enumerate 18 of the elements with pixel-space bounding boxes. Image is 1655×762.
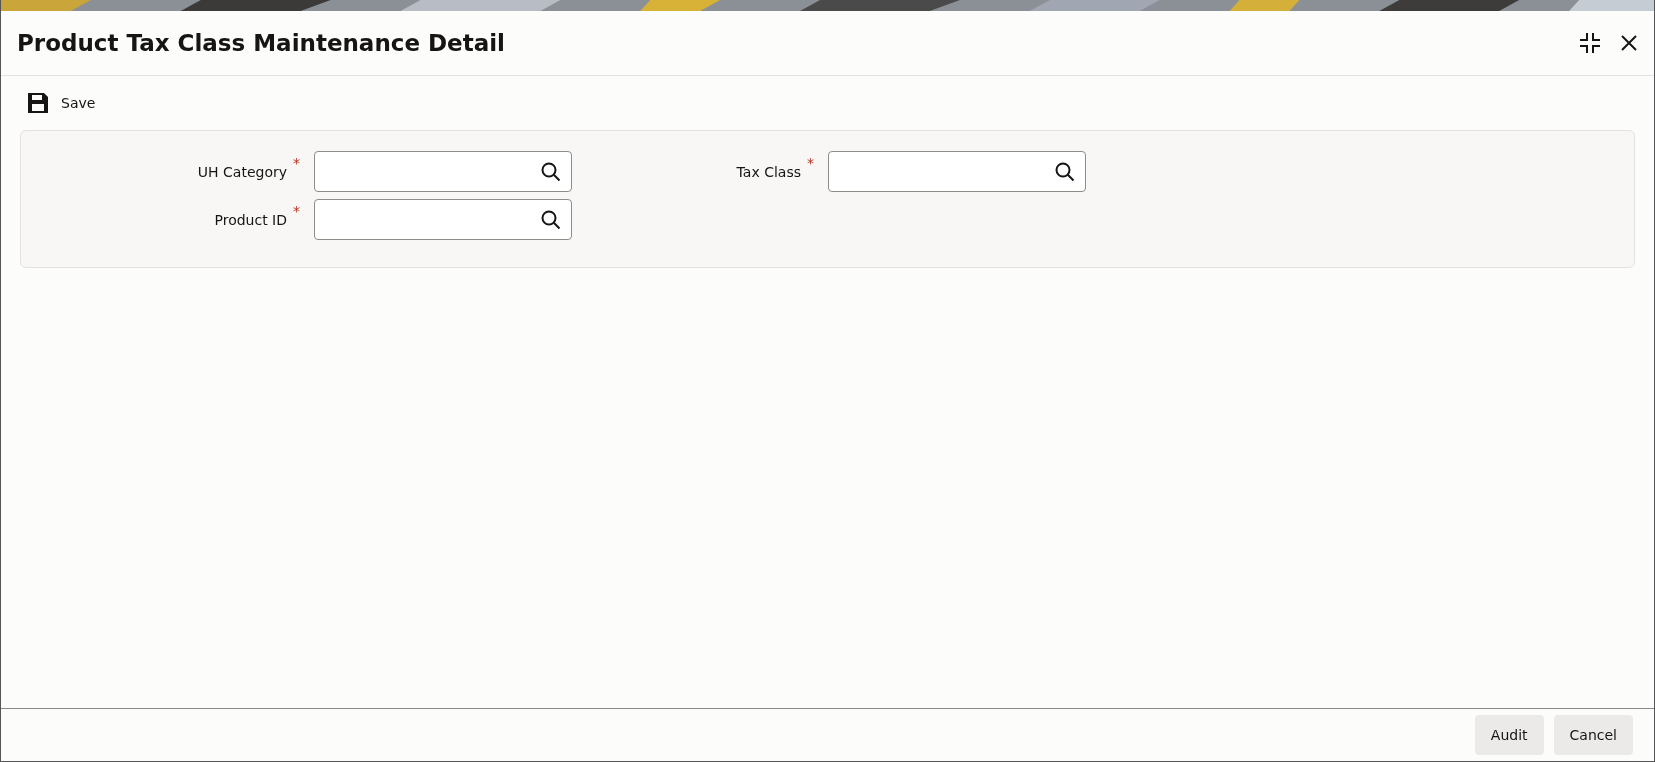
search-icon[interactable] [1055, 161, 1075, 182]
input-field[interactable] [828, 151, 1086, 192]
field-label: Tax Class [736, 163, 801, 180]
input-field[interactable] [314, 199, 572, 240]
required-mark: * [807, 155, 814, 171]
field-label: Product ID [214, 211, 287, 228]
required-mark: * [293, 155, 300, 171]
audit-button[interactable]: Audit [1474, 715, 1544, 755]
cancel-button[interactable]: Cancel [1553, 715, 1633, 755]
window-title: Product Tax Class Maintenance Detail [17, 30, 505, 56]
required-mark: * [293, 203, 300, 219]
save-button[interactable]: Save [27, 92, 96, 114]
search-icon[interactable] [541, 209, 561, 230]
field-label: UH Category [197, 163, 287, 180]
collapse-icon[interactable] [1578, 31, 1602, 55]
input-field[interactable] [314, 151, 572, 192]
search-icon[interactable] [541, 161, 561, 182]
close-icon[interactable] [1620, 34, 1638, 52]
